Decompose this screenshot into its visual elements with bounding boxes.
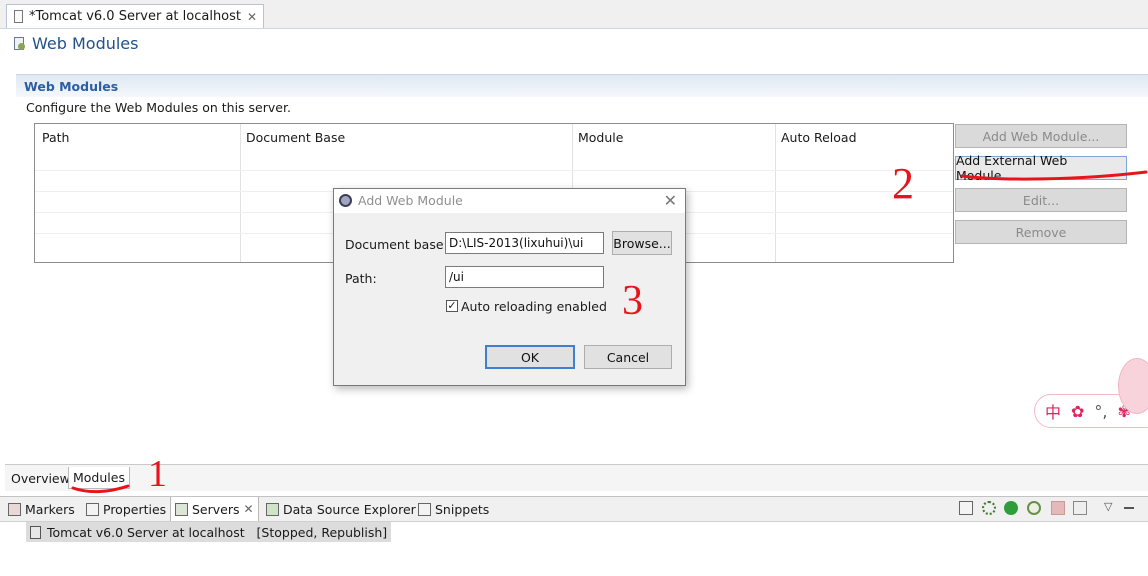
annotation-number-2: 2: [892, 159, 914, 208]
annotation-number-1: 1: [148, 453, 167, 495]
ime-mode-label[interactable]: 中: [1045, 399, 1061, 423]
mascot-decoration: [1118, 358, 1148, 414]
annotation-overlay: 1 2 3: [71, 159, 1148, 495]
annotation-underline-2: [960, 170, 1148, 181]
flower-icon[interactable]: ✿: [1071, 402, 1084, 421]
annotation-underline-1: [71, 484, 130, 494]
punctuation-icon[interactable]: °,: [1094, 402, 1107, 421]
annotation-number-3: 3: [622, 278, 643, 324]
